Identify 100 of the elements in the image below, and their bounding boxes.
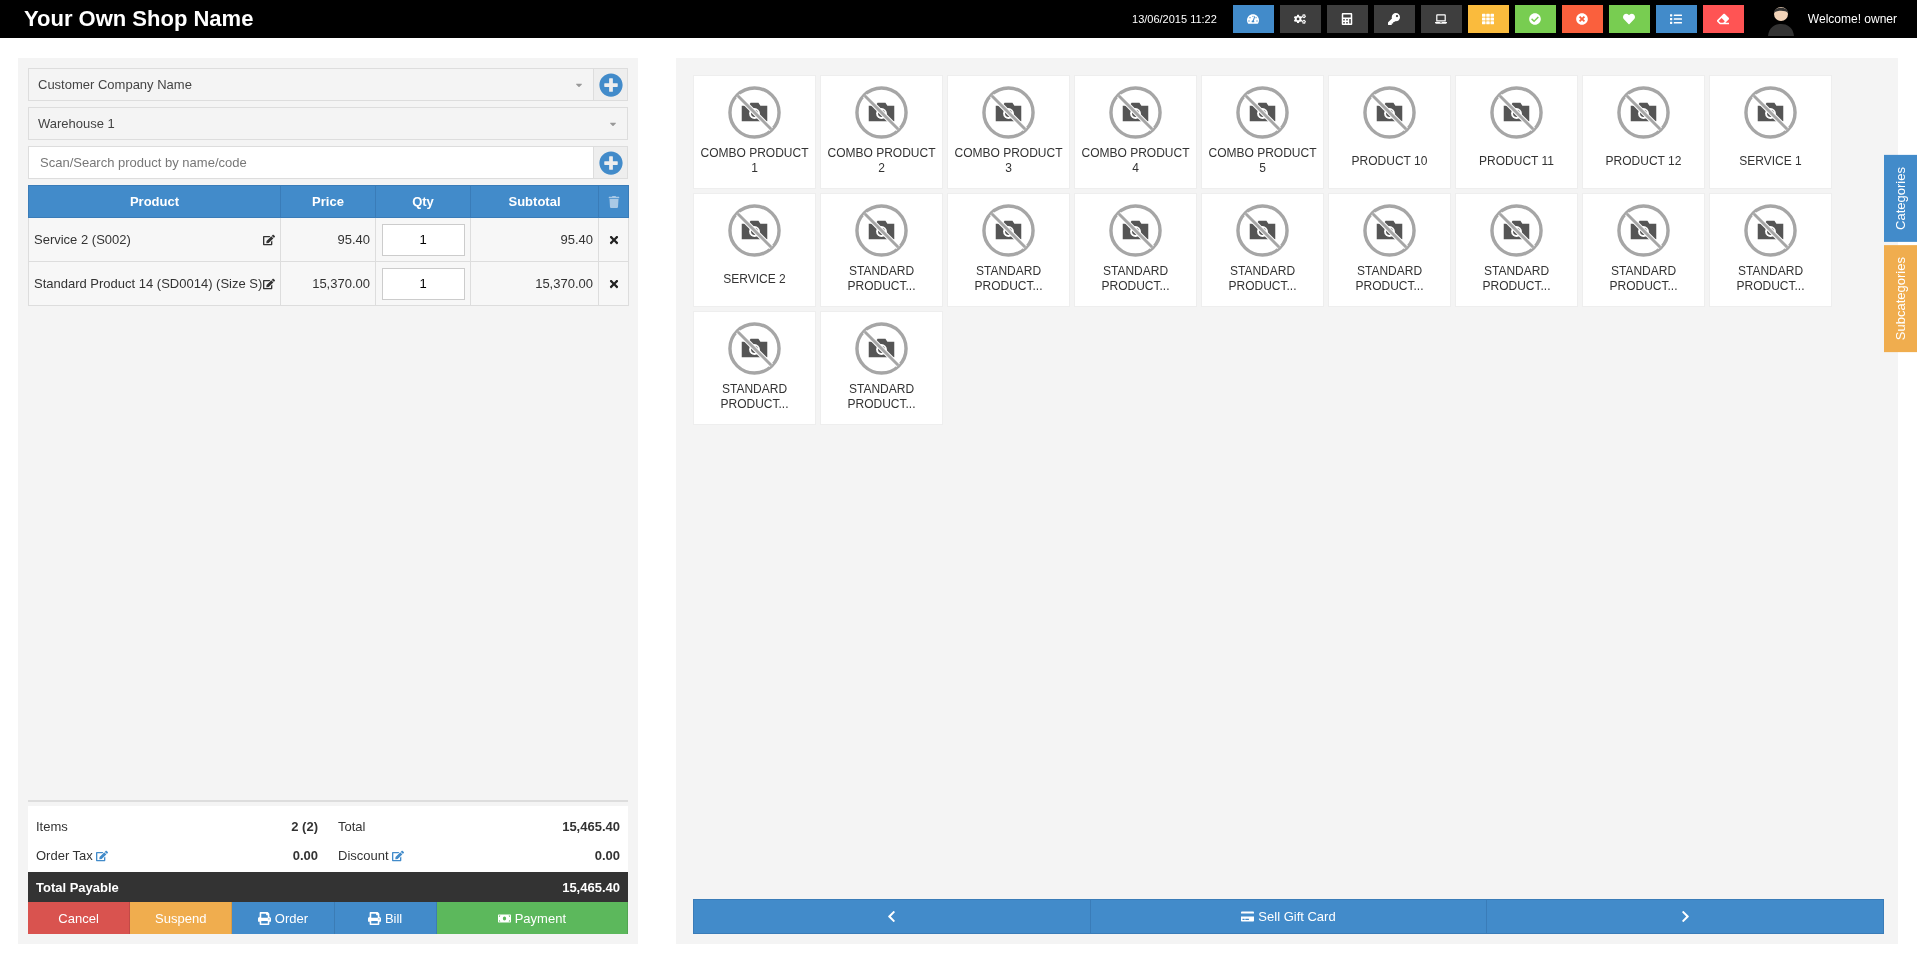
- column-header: Product: [28, 185, 281, 218]
- product-name: Standard Product 14 (SD0014) (Size S): [34, 276, 263, 291]
- check-icon: [1529, 13, 1542, 25]
- calculator-icon: [1341, 13, 1354, 25]
- toolbar-button[interactable]: [1702, 5, 1744, 33]
- table-cell: 95.40: [470, 217, 599, 262]
- search-field[interactable]: Scan/Search product by name/code: [28, 146, 594, 179]
- add-customer-button[interactable]: [594, 68, 628, 101]
- card-icon: [1241, 910, 1255, 923]
- total-payable-label: Total Payable: [36, 879, 119, 895]
- column-header: Price: [280, 185, 376, 218]
- no-photo-icon: [1108, 203, 1163, 258]
- side-tab[interactable]: Categories: [1884, 155, 1917, 242]
- table-cell: 15,370.00: [280, 261, 376, 306]
- product-tile[interactable]: STANDARD PRODUCT...: [1201, 193, 1324, 307]
- gears-icon: [1294, 13, 1307, 25]
- product-tile[interactable]: COMBO PRODUCT 5: [1201, 75, 1324, 189]
- quantity-field[interactable]: 1: [381, 223, 465, 256]
- product-tile[interactable]: COMBO PRODUCT 1: [693, 75, 816, 189]
- no-photo-icon: [1235, 85, 1290, 140]
- product-tile[interactable]: COMBO PRODUCT 3: [947, 75, 1070, 189]
- product-tile[interactable]: PRODUCT 12: [1582, 75, 1705, 189]
- product-name: Service 2 (S002): [34, 232, 131, 247]
- edit-icon[interactable]: [263, 277, 275, 290]
- no-photo-icon: [1362, 203, 1417, 258]
- toolbar-button[interactable]: [1232, 5, 1274, 33]
- order-tax-label: Order Tax: [36, 848, 93, 863]
- cancel-button[interactable]: Cancel: [28, 902, 131, 934]
- toolbar-button[interactable]: [1326, 5, 1368, 33]
- no-photo-icon: [727, 321, 782, 376]
- toolbar-button[interactable]: [1420, 5, 1462, 33]
- product-tile[interactable]: STANDARD PRODUCT...: [820, 311, 943, 425]
- product-tile[interactable]: PRODUCT 11: [1455, 75, 1578, 189]
- product-tile[interactable]: STANDARD PRODUCT...: [1074, 193, 1197, 307]
- shop-title: Your Own Shop Name: [24, 6, 255, 32]
- plus-icon: [598, 72, 623, 97]
- product-tile[interactable]: SERVICE 2: [693, 193, 816, 307]
- remove-icon[interactable]: [607, 233, 620, 246]
- quantity-field[interactable]: 1: [381, 267, 465, 300]
- product-tile[interactable]: STANDARD PRODUCT...: [947, 193, 1070, 307]
- no-photo-icon: [854, 85, 909, 140]
- table-cell: 95.40: [280, 217, 376, 262]
- no-photo-icon: [981, 203, 1036, 258]
- no-photo-icon: [1362, 85, 1417, 140]
- add-product-button[interactable]: [594, 146, 628, 179]
- no-photo-icon: [1108, 85, 1163, 140]
- toolbar-button[interactable]: [1373, 5, 1415, 33]
- table-cell: 15,370.00: [470, 261, 599, 306]
- no-photo-icon: [854, 321, 909, 376]
- toolbar-button[interactable]: [1561, 5, 1603, 33]
- discount-label: Discount: [338, 848, 389, 863]
- product-tile[interactable]: STANDARD PRODUCT...: [1328, 193, 1451, 307]
- edit-icon[interactable]: [263, 233, 275, 246]
- list-icon: [1670, 13, 1683, 25]
- product-tile[interactable]: COMBO PRODUCT 2: [820, 75, 943, 189]
- no-photo-icon: [727, 203, 782, 258]
- date-time: 13/06/2015 11:22: [1132, 13, 1217, 25]
- discount-value: 0.00: [594, 848, 620, 863]
- grid-icon: [1482, 13, 1495, 25]
- no-photo-icon: [854, 203, 909, 258]
- no-photo-icon: [1235, 203, 1290, 258]
- close-icon: [1576, 13, 1589, 25]
- product-tile[interactable]: SERVICE 1: [1709, 75, 1832, 189]
- total-label: Total: [338, 819, 366, 834]
- toolbar-button[interactable]: [1514, 5, 1556, 33]
- order-tax-value: 0.00: [292, 848, 318, 863]
- remove-icon[interactable]: [607, 277, 620, 290]
- print-icon: [367, 911, 381, 925]
- items-value: 2 (2): [291, 819, 318, 834]
- product-tile[interactable]: STANDARD PRODUCT...: [693, 311, 816, 425]
- product-tile[interactable]: PRODUCT 10: [1328, 75, 1451, 189]
- customer-select[interactable]: Customer Company Name: [28, 68, 594, 101]
- toolbar-button[interactable]: [1467, 5, 1509, 33]
- warehouse-select[interactable]: Warehouse 1: [28, 107, 628, 140]
- no-photo-icon: [981, 85, 1036, 140]
- no-photo-icon: [1616, 203, 1671, 258]
- eraser-icon: [1717, 13, 1730, 25]
- product-tile[interactable]: STANDARD PRODUCT...: [1582, 193, 1705, 307]
- plus-icon: [598, 150, 623, 175]
- heart-icon: [1623, 13, 1636, 25]
- print-icon: [257, 911, 271, 925]
- toolbar-button[interactable]: [1655, 5, 1697, 33]
- no-photo-icon: [1743, 85, 1798, 140]
- laptop-icon: [1435, 13, 1448, 25]
- product-tile[interactable]: STANDARD PRODUCT...: [1709, 193, 1832, 307]
- product-tile[interactable]: STANDARD PRODUCT...: [820, 193, 943, 307]
- product-tile[interactable]: COMBO PRODUCT 4: [1074, 75, 1197, 189]
- toolbar-button[interactable]: [1608, 5, 1650, 33]
- welcome-text: Welcome! owner: [1807, 12, 1897, 26]
- total-payable-value: 15,465.40: [562, 879, 620, 895]
- product-tile[interactable]: STANDARD PRODUCT...: [1455, 193, 1578, 307]
- toolbar-button[interactable]: [1279, 5, 1321, 33]
- dashboard-icon: [1247, 13, 1260, 25]
- column-header: Subtotal: [470, 185, 599, 218]
- no-photo-icon: [1489, 203, 1544, 258]
- total-value: 15,465.40: [562, 819, 620, 834]
- order-button[interactable]: Order: [232, 902, 335, 934]
- no-photo-icon: [727, 85, 782, 140]
- bill-button[interactable]: Bill: [334, 902, 437, 934]
- no-photo-icon: [1743, 203, 1798, 258]
